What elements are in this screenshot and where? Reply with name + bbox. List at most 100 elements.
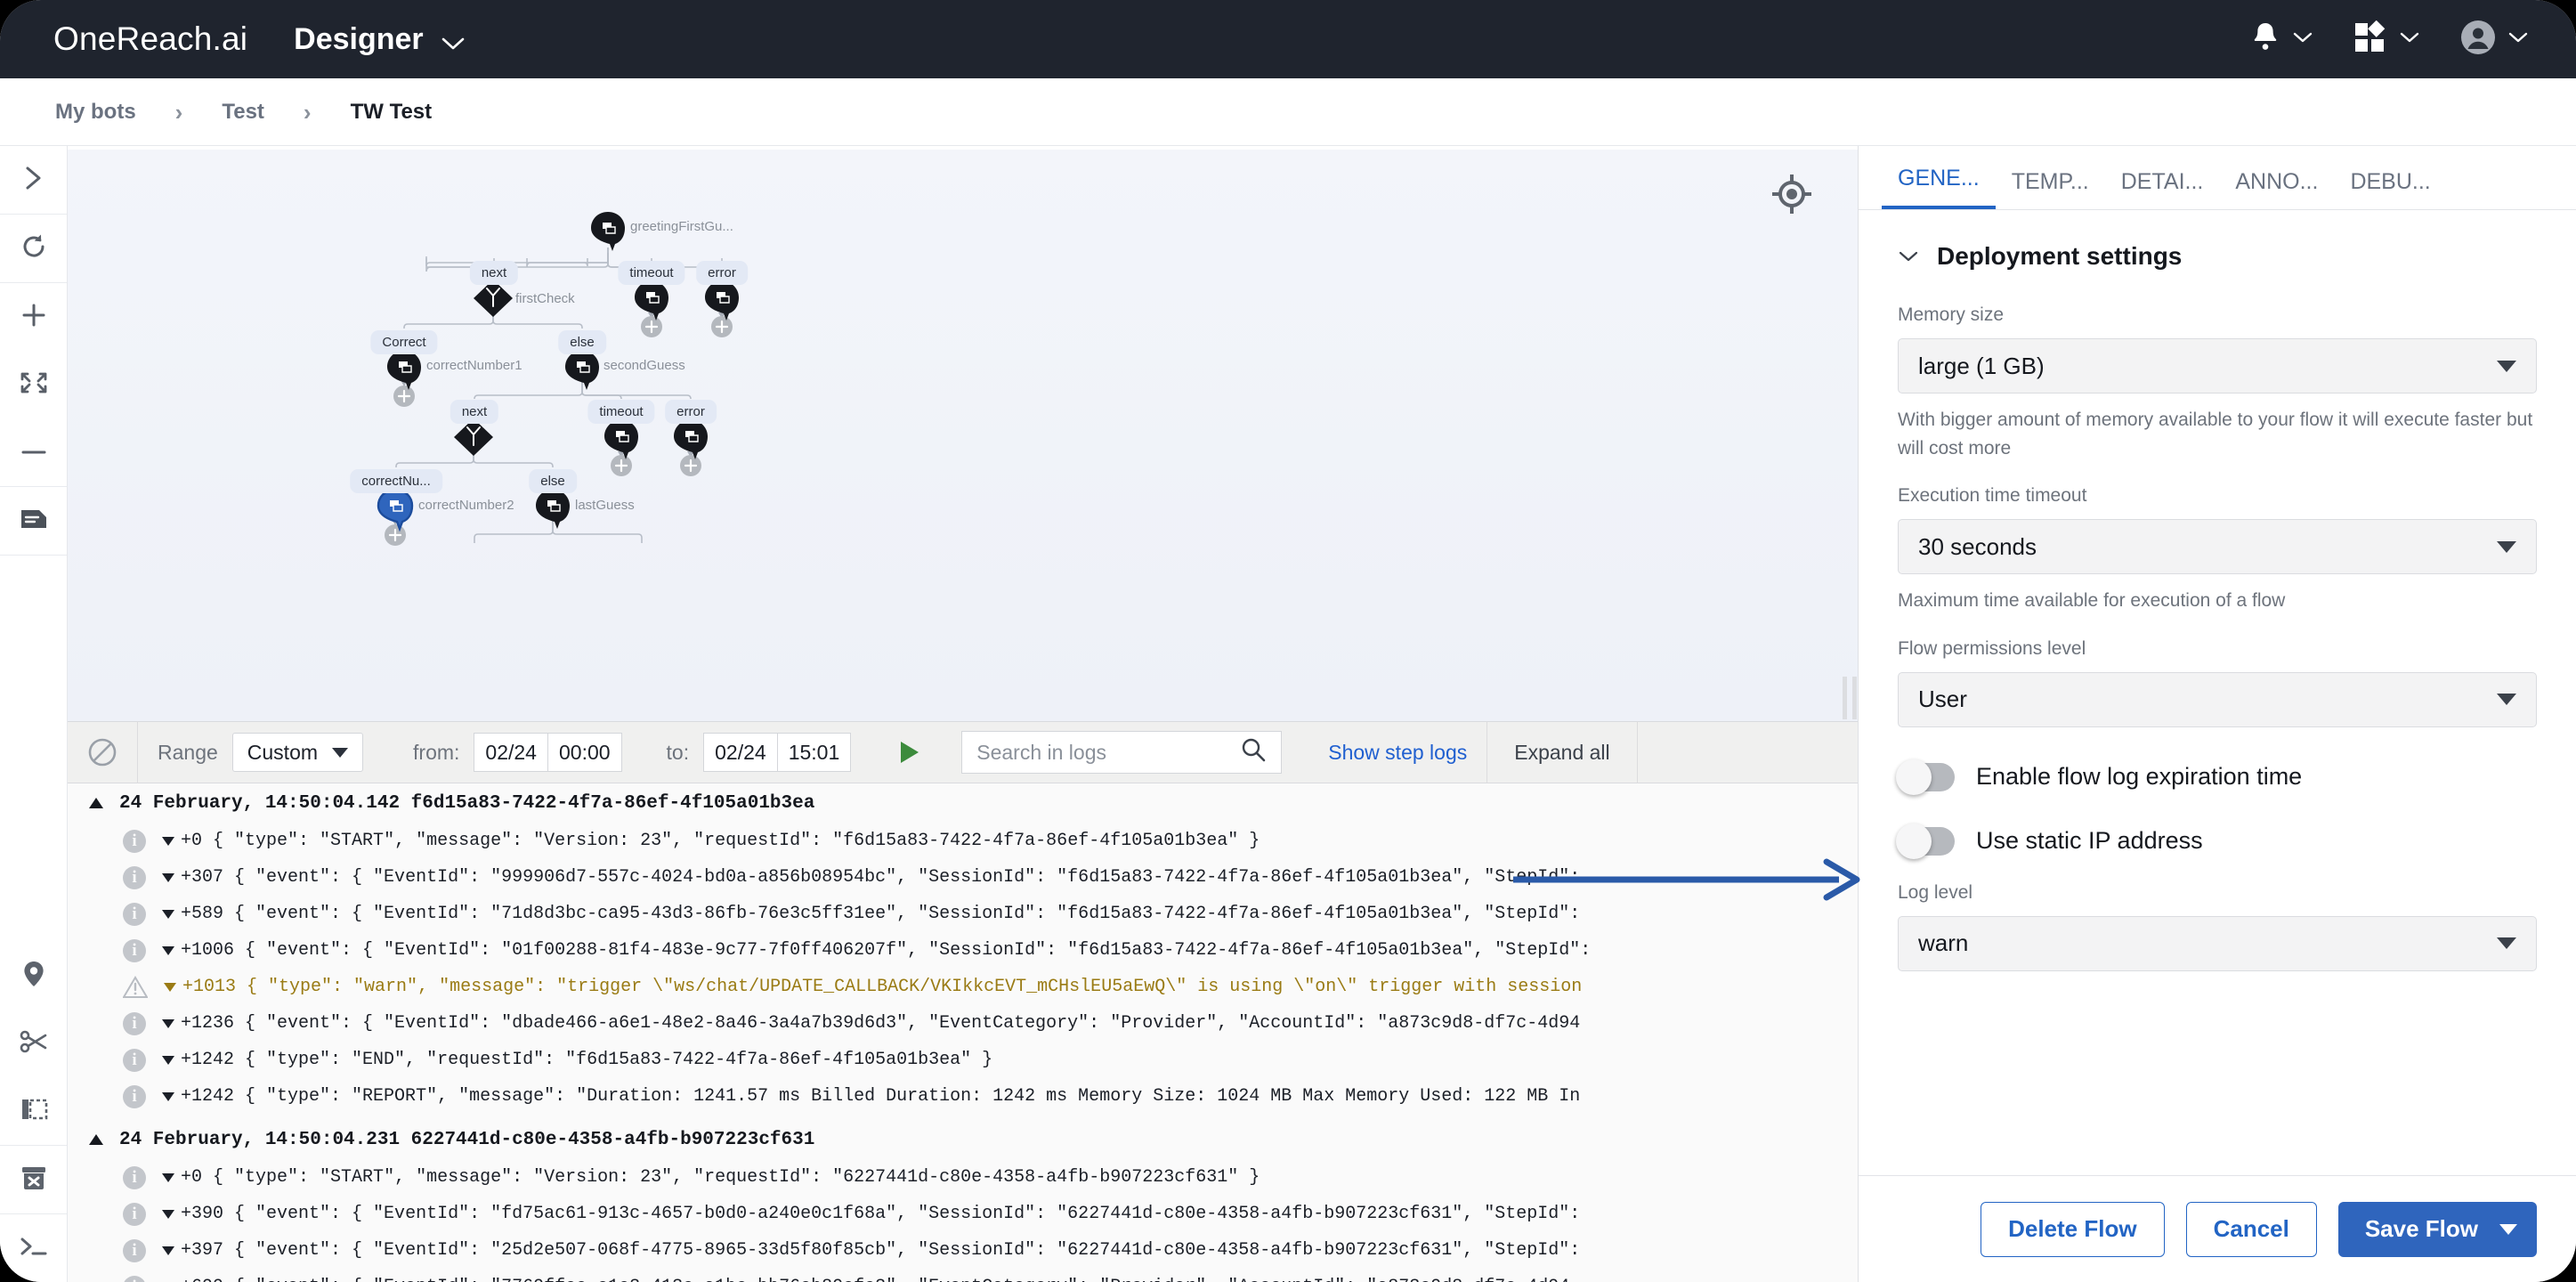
expand-panel-button[interactable]: [0, 146, 68, 214]
row-expand-caret-icon[interactable]: [162, 1173, 174, 1182]
row-expand-caret-icon[interactable]: [162, 946, 174, 955]
memory-size-helper: With bigger amount of memory available t…: [1898, 406, 2537, 462]
row-expand-caret-icon[interactable]: [162, 1210, 174, 1219]
fit-to-screen-button[interactable]: [0, 351, 68, 418]
terminal-icon: [19, 1236, 49, 1262]
account-button[interactable]: [2460, 20, 2528, 60]
memory-size-select[interactable]: large (1 GB): [1898, 338, 2537, 394]
notifications-button[interactable]: [2250, 20, 2313, 59]
tab-debug[interactable]: DEBU...: [2334, 169, 2446, 209]
plus-icon: [20, 302, 47, 333]
row-expand-caret-icon[interactable]: [162, 837, 174, 846]
chevron-down-icon: [2497, 694, 2516, 705]
edge-label-error-1: error: [696, 261, 748, 285]
rail-group-delete: [0, 1146, 67, 1214]
breadcrumb-item-test[interactable]: Test: [222, 100, 264, 125]
node-firstCheck: [474, 280, 513, 317]
panel-footer: Delete Flow Cancel Save Flow: [1859, 1175, 2576, 1282]
execution-timeout-select[interactable]: 30 seconds: [1898, 519, 2537, 574]
use-static-ip-toggle[interactable]: [1898, 827, 1955, 856]
zoom-in-button[interactable]: [0, 283, 68, 351]
collapse-caret-icon[interactable]: [89, 1134, 103, 1145]
log-row[interactable]: i +390 { "event": { "EventId": "fd75ac61…: [68, 1196, 1858, 1232]
flow-permissions-select[interactable]: User: [1898, 672, 2537, 727]
from-time-input[interactable]: 00:00: [548, 733, 622, 772]
range-select[interactable]: Custom: [232, 733, 363, 772]
show-step-logs-button[interactable]: Show step logs: [1301, 721, 1486, 783]
log-row[interactable]: i +0 { "type": "START", "message": "Vers…: [68, 823, 1858, 859]
delete-flow-button[interactable]: Delete Flow: [1981, 1202, 2164, 1257]
zoom-out-button[interactable]: [0, 418, 68, 486]
to-control: to: 02/24 15:01: [642, 721, 871, 783]
row-expand-caret-icon[interactable]: [162, 1246, 174, 1255]
settings-panel: GENE... TEMP... DETAI... ANNO... DEBU...…: [1858, 146, 2576, 1282]
tab-general[interactable]: GENE...: [1882, 166, 1996, 209]
log-level-select[interactable]: warn: [1898, 916, 2537, 971]
log-row[interactable]: i +1242 { "type": "REPORT", "message": "…: [68, 1078, 1858, 1115]
log-level-label: Log level: [1898, 882, 2537, 904]
row-expand-caret-icon[interactable]: [162, 873, 174, 882]
run-query-button[interactable]: [871, 721, 938, 783]
to-date-input[interactable]: 02/24: [703, 733, 778, 772]
log-row-warning[interactable]: +1013 { "type": "warn", "message": "trig…: [68, 969, 1858, 1005]
console-button[interactable]: [0, 1214, 68, 1282]
log-row[interactable]: i +1242 { "type": "END", "requestId": "f…: [68, 1042, 1858, 1078]
delete-button[interactable]: [0, 1146, 68, 1213]
flow-canvas[interactable]: greetingFirstGu... firstCheck correctNum…: [68, 146, 1858, 721]
minus-icon: [20, 444, 47, 460]
edge-label-else-1: else: [558, 330, 606, 354]
triangle-down-icon[interactable]: [2499, 1224, 2517, 1235]
row-expand-caret-icon[interactable]: [164, 983, 176, 992]
from-date-input[interactable]: 02/24: [474, 733, 548, 772]
memory-size-label: Memory size: [1898, 304, 2537, 326]
handle-bar-1: [1843, 677, 1847, 719]
breadcrumb-item-tw-test[interactable]: TW Test: [351, 100, 433, 125]
info-icon: i: [123, 1203, 146, 1226]
to-time-input[interactable]: 15:01: [778, 733, 852, 772]
cancel-button[interactable]: Cancel: [2186, 1202, 2317, 1257]
crosshair-target-icon[interactable]: [1769, 171, 1815, 217]
log-row[interactable]: i +0 { "type": "START", "message": "Vers…: [68, 1159, 1858, 1196]
log-text: { "event": { "EventId": "25d2e507-068f-4…: [234, 1240, 1580, 1261]
enable-flow-log-expiration-label: Enable flow log expiration time: [1976, 763, 2302, 791]
enable-flow-log-expiration-toggle[interactable]: [1898, 763, 1955, 791]
breadcrumb: My bots › Test › TW Test: [0, 78, 2576, 146]
row-expand-caret-icon[interactable]: [162, 1056, 174, 1065]
apps-button[interactable]: [2353, 20, 2419, 59]
breadcrumb-item-my-bots[interactable]: My bots: [55, 100, 136, 125]
expand-all-button[interactable]: Expand all: [1487, 721, 1636, 783]
paste-button[interactable]: [0, 1077, 68, 1145]
rail-group-2: [0, 215, 67, 283]
save-flow-button[interactable]: Save Flow: [2338, 1202, 2537, 1257]
row-expand-caret-icon[interactable]: [162, 1092, 174, 1101]
app-window: OneReach.ai Designer: [0, 0, 2576, 1282]
log-row[interactable]: i +699 { "event": { "EventId": "7769ffee…: [68, 1269, 1858, 1282]
panel-resize-handle[interactable]: [1843, 677, 1859, 719]
pin-button[interactable]: [0, 942, 68, 1010]
node-label-correctNumber2: correctNumber2: [418, 498, 514, 513]
tab-template[interactable]: TEMP...: [1996, 169, 2105, 209]
collapse-caret-icon[interactable]: [89, 798, 103, 808]
top-bar: OneReach.ai Designer: [0, 0, 2576, 78]
row-expand-caret-icon[interactable]: [162, 910, 174, 919]
log-group-header[interactable]: 24 February, 14:50:04.142 f6d15a83-7422-…: [68, 783, 1858, 823]
log-text: { "type": "END", "requestId": "f6d15a83-…: [245, 1050, 992, 1070]
search-placeholder: Search in logs: [976, 741, 1106, 765]
search-input[interactable]: Search in logs: [961, 731, 1282, 774]
chevron-down-icon[interactable]: [1898, 249, 1919, 264]
block-logs-button[interactable]: [68, 721, 137, 783]
tab-annotations[interactable]: ANNO...: [2219, 169, 2334, 209]
execution-timeout-label: Execution time timeout: [1898, 485, 2537, 507]
notes-button[interactable]: [0, 487, 68, 555]
deployment-settings-header[interactable]: Deployment settings: [1898, 242, 2537, 271]
from-label: from:: [413, 741, 459, 765]
cut-button[interactable]: [0, 1010, 68, 1077]
reload-button[interactable]: [0, 215, 68, 282]
log-row[interactable]: i +1006 { "event": { "EventId": "01f0028…: [68, 932, 1858, 969]
row-expand-caret-icon[interactable]: [162, 1019, 174, 1028]
tab-details[interactable]: DETAI...: [2105, 169, 2220, 209]
log-row[interactable]: i +1236 { "event": { "EventId": "dbade46…: [68, 1005, 1858, 1042]
use-static-ip-row: Use static IP address: [1898, 827, 2537, 856]
log-group-header[interactable]: 24 February, 14:50:04.231 6227441d-c80e-…: [68, 1120, 1858, 1159]
log-row[interactable]: i +397 { "event": { "EventId": "25d2e507…: [68, 1232, 1858, 1269]
